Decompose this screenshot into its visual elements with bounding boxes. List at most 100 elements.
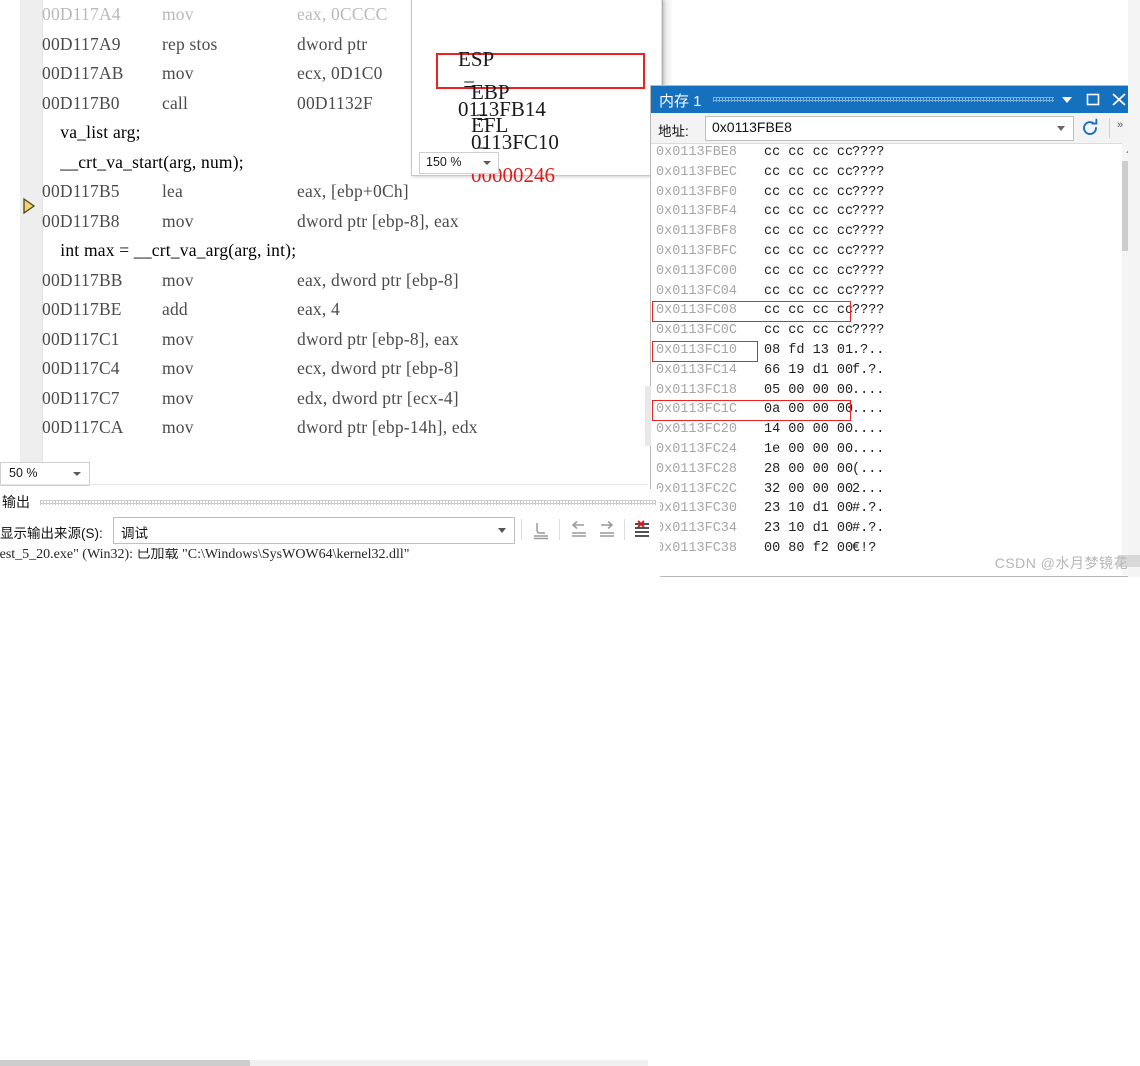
- scrollbar-thumb[interactable]: [0, 1060, 250, 1066]
- memory-row[interactable]: 0x0113FC00 cc cc cc cc????: [651, 262, 1109, 282]
- output-source-value: 调试: [121, 526, 148, 541]
- memory-row[interactable]: 0x0113FC08 cc cc cc cc????: [651, 301, 1109, 323]
- instruction-address: 00D117B0: [42, 92, 120, 113]
- instruction-mnemonic: mov: [162, 417, 194, 437]
- memory-address: 0x0113FBF4: [656, 204, 738, 220]
- memory-left-nub: [645, 386, 651, 446]
- memory-address: 0x0113FC30: [656, 501, 738, 517]
- output-panel-title: 输出: [2, 494, 30, 510]
- memory-row[interactable]: 0x0113FC30 23 10 d1 00#.?.: [651, 499, 1109, 519]
- memory-row[interactable]: 0x0113FC14 66 19 d1 00f.?.: [651, 361, 1109, 381]
- close-icon[interactable]: [1109, 90, 1129, 109]
- address-input[interactable]: 0x0113FBE8: [705, 116, 1074, 141]
- chevron-down-icon[interactable]: [1057, 126, 1065, 131]
- memory-row[interactable]: 0x0113FBFC cc cc cc cc????: [651, 242, 1109, 262]
- navigate-forward-icon[interactable]: [594, 519, 620, 540]
- instruction-mnemonic: mov: [162, 387, 194, 408]
- output-panel[interactable]: 输出 显示输出来源(S): 调试 "test_5_20.exe" (Win32)…: [0, 489, 660, 1066]
- instruction-mnemonic: lea: [162, 181, 183, 201]
- output-log-text: "test_5_20.exe" (Win32): 已加载 "C:\Windows…: [0, 548, 410, 562]
- watermark: CSDN @水月梦镜花: [994, 555, 1128, 571]
- memory-address: 0x0113FC20: [656, 422, 738, 438]
- memory-bytes: cc cc cc cc: [764, 303, 854, 319]
- memory-ascii: ????: [852, 303, 885, 319]
- clear-all-icon[interactable]: [631, 519, 657, 540]
- memory-address: 0x0113FC08: [656, 303, 738, 319]
- instruction-address: 00D117C7: [42, 387, 120, 408]
- register-row-efl: EFL = 00000246: [450, 88, 555, 213]
- output-horizontal-scrollbar[interactable]: [0, 1060, 648, 1066]
- code-gutter[interactable]: [20, 0, 43, 462]
- disassembly-line[interactable]: 00D117CA mov dword ptr [ebp-14h], edx: [42, 413, 660, 443]
- memory-row[interactable]: 0x0113FC20 14 00 00 00....: [651, 420, 1109, 440]
- memory-address: 0x0113FBF8: [656, 224, 738, 240]
- output-toolbar[interactable]: 显示输出来源(S): 调试: [0, 515, 660, 547]
- memory-bytes: 14 00 00 00: [764, 422, 854, 438]
- output-source-select[interactable]: 调试: [113, 517, 515, 544]
- instruction-mnemonic: mov: [162, 328, 194, 349]
- memory-row[interactable]: 0x0113FBEC cc cc cc cc????: [651, 163, 1109, 183]
- memory-row[interactable]: 0x0113FBE8 cc cc cc cc????: [651, 143, 1109, 163]
- disassembly-line[interactable]: 00D117C7 mov edx, dword ptr [ecx-4]: [42, 384, 660, 414]
- memory-ascii: (...: [852, 461, 885, 477]
- memory-row[interactable]: 0x0113FC34 23 10 d1 00#.?.: [651, 519, 1109, 539]
- memory-ascii: 2...: [852, 481, 885, 497]
- instruction-address: 00D117B5: [42, 181, 120, 201]
- instruction-operands: 00D1132F: [297, 92, 373, 113]
- instruction-pointer-icon: [21, 196, 41, 216]
- instruction-mnemonic: mov: [162, 63, 194, 83]
- disassembly-line[interactable]: 00D117B5 lea eax, [ebp+0Ch]: [42, 177, 660, 207]
- instruction-operands: dword ptr [ebp-8], eax: [297, 328, 459, 349]
- instruction-operands: ecx, 0D1C0: [297, 63, 383, 83]
- disassembly-line[interactable]: 00D117BE add eax, 4: [42, 295, 660, 325]
- instruction-operands: eax, 0CCCC: [297, 4, 388, 24]
- memory-bytes: cc cc cc cc: [764, 164, 854, 180]
- memory-bytes: 1e 00 00 00: [764, 441, 854, 457]
- memory-row[interactable]: 0x0113FC10 08 fd 13 01.?..: [651, 340, 1109, 362]
- instruction-address: 00D117BB: [42, 269, 123, 290]
- disassembly-line[interactable]: 00D117B8 mov dword ptr [ebp-8], eax: [42, 207, 660, 237]
- memory-address: 0x0113FC28: [656, 461, 738, 477]
- memory-row[interactable]: 0x0113FC2C 32 00 00 002...: [651, 480, 1109, 500]
- memory-bytes: cc cc cc cc: [764, 145, 854, 160]
- source-text: __crt_va_start(arg, num);: [42, 151, 244, 172]
- refresh-icon[interactable]: [1079, 117, 1101, 139]
- memory-toolbar[interactable]: 地址: 0x0113FBE8 »: [651, 113, 1139, 144]
- memory-row[interactable]: 0x0113FC1C 0a 00 00 00....: [651, 400, 1109, 422]
- memory-window-titlebar[interactable]: 内存 1: [651, 86, 1139, 113]
- goto-line-icon[interactable]: [528, 519, 554, 540]
- instruction-address: 00D117A4: [42, 4, 121, 24]
- titlebar-grip: [713, 97, 1054, 102]
- code-zoom-combo[interactable]: 50 %: [0, 462, 90, 486]
- chevron-down-icon[interactable]: [498, 528, 506, 533]
- instruction-operands: eax, [ebp+0Ch]: [297, 181, 409, 201]
- register-tooltip-popup[interactable]: ESP = 0113FB14 EBP = 0113FC10 EFL = 0000…: [411, 0, 663, 187]
- popup-zoom-combo[interactable]: 150 %: [419, 152, 499, 174]
- outer-scroll-column[interactable]: [1128, 0, 1140, 577]
- memory-row[interactable]: 0x0113FC0C cc cc cc cc????: [651, 321, 1109, 341]
- memory-row[interactable]: 0x0113FBF4 cc cc cc cc????: [651, 202, 1109, 222]
- memory-row[interactable]: 0x0113FC04 cc cc cc cc????: [651, 282, 1109, 302]
- memory-window[interactable]: 内存 1 地址: 0x0113FBE8 » 0x0113FBE8 cc cc cc…: [645, 85, 1140, 577]
- maximize-icon[interactable]: [1083, 90, 1103, 109]
- memory-row[interactable]: 0x0113FC18 05 00 00 00....: [651, 381, 1109, 401]
- memory-row[interactable]: 0x0113FC24 1e 00 00 00....: [651, 440, 1109, 460]
- disassembly-line[interactable]: 00D117BB mov eax, dword ptr [ebp-8]: [42, 266, 660, 296]
- source-text: va_list arg;: [42, 122, 141, 142]
- memory-rows[interactable]: 0x0113FBE8 cc cc cc cc???? 0x0113FBEC cc cc…: [651, 143, 1109, 576]
- chevron-double-right-icon[interactable]: »: [1117, 119, 1123, 131]
- source-line[interactable]: int max = __crt_va_arg(arg, int);: [42, 236, 660, 266]
- instruction-address: 00D117AB: [42, 63, 124, 83]
- memory-row[interactable]: 0x0113FBF8 cc cc cc cc????: [651, 222, 1109, 242]
- memory-row[interactable]: 0x0113FC28 28 00 00 00(...: [651, 460, 1109, 480]
- instruction-mnemonic: call: [162, 92, 189, 113]
- instruction-address: 00D117CA: [42, 417, 124, 437]
- navigate-back-icon[interactable]: [566, 519, 592, 540]
- instruction-operands: edx, dword ptr [ecx-4]: [297, 387, 459, 408]
- memory-row[interactable]: 0x0113FBF0 cc cc cc cc????: [651, 183, 1109, 203]
- window-dropdown-icon[interactable]: [1057, 90, 1077, 109]
- memory-ascii: ????: [852, 263, 885, 279]
- memory-ascii: ????: [852, 224, 885, 240]
- disassembly-line[interactable]: 00D117C1 mov dword ptr [ebp-8], eax: [42, 325, 660, 355]
- disassembly-line[interactable]: 00D117C4 mov ecx, dword ptr [ebp-8]: [42, 354, 660, 384]
